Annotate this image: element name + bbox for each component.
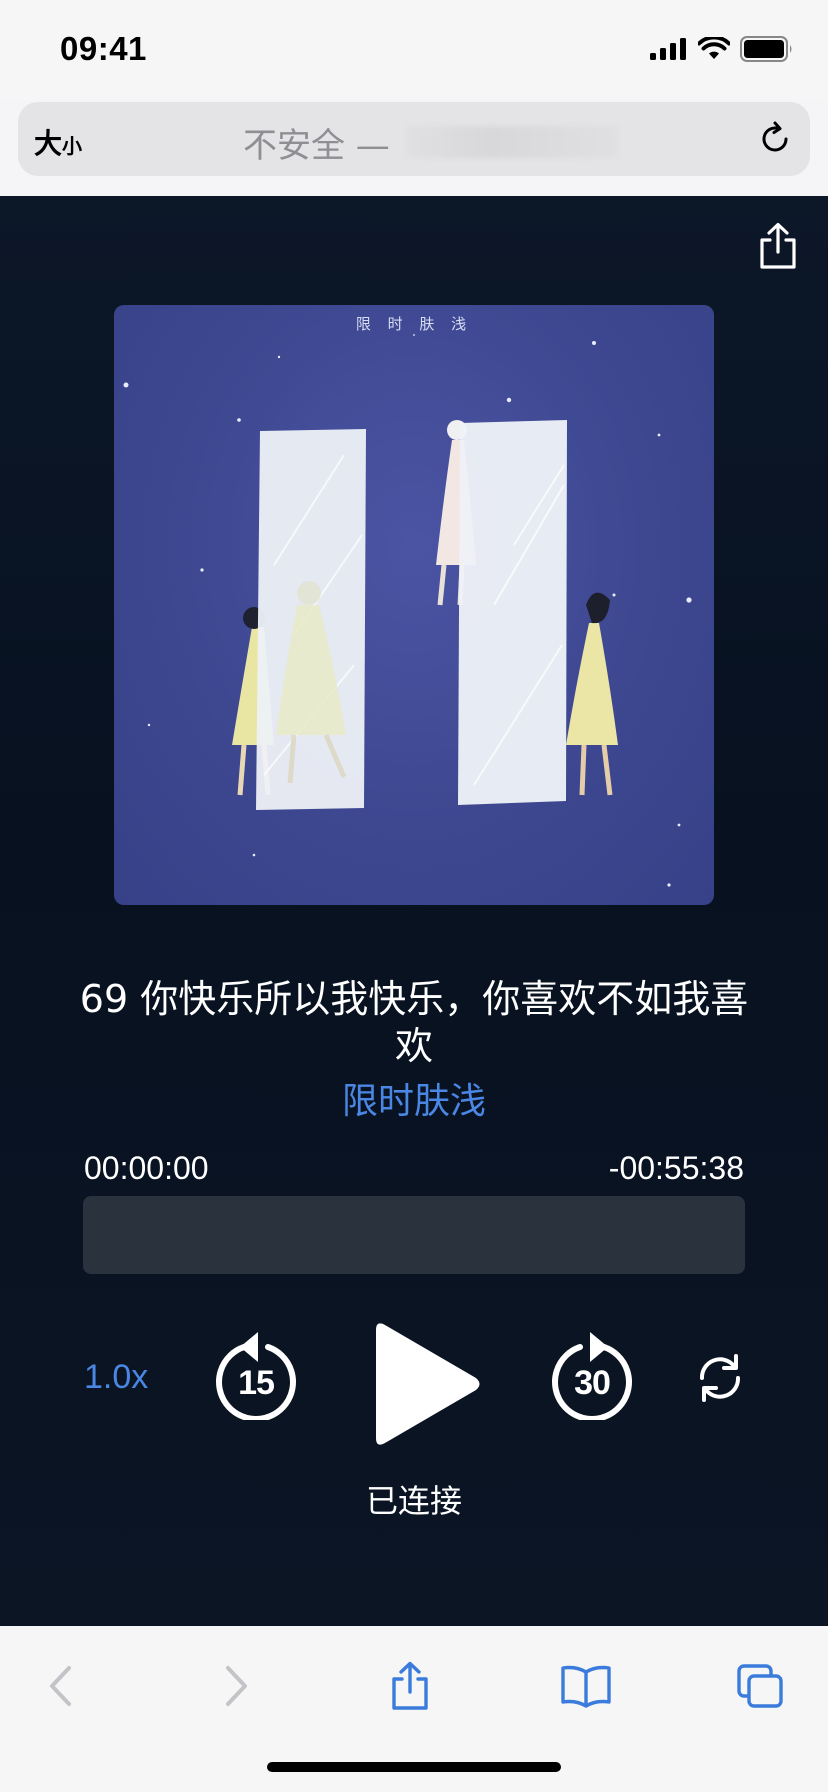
- album-cover: 限 时 肤 浅: [114, 305, 714, 905]
- time-elapsed: 00:00:00: [84, 1150, 209, 1186]
- progress-slider[interactable]: [83, 1196, 745, 1274]
- reload-icon[interactable]: [756, 120, 794, 158]
- forward-button[interactable]: [207, 1656, 267, 1716]
- play-button[interactable]: [366, 1316, 484, 1452]
- skip-back-seconds: 15: [238, 1364, 275, 1402]
- bookmarks-button[interactable]: [556, 1656, 616, 1716]
- connection-status: 已连接: [365, 1482, 462, 1520]
- tabs-icon: [737, 1664, 783, 1708]
- status-time: 09:41: [60, 30, 147, 67]
- battery-icon: [740, 36, 792, 62]
- album-link[interactable]: 限时肤浅: [0, 1072, 828, 1124]
- status-bar: 09:41: [0, 0, 828, 100]
- toolbar-share-button[interactable]: [380, 1656, 440, 1716]
- track-title: 69 你快乐所以我快乐，你喜欢不如我喜欢: [79, 977, 749, 1068]
- cover-title: 限 时 肤 浅: [355, 315, 473, 333]
- cover-artwork: [123, 334, 692, 887]
- bookmarks-icon: [561, 1665, 611, 1708]
- address-bar[interactable]: 大小 不安全 —: [18, 102, 810, 176]
- play-icon: [376, 1323, 480, 1445]
- skip-back-button[interactable]: 15: [214, 1330, 298, 1422]
- back-button[interactable]: [30, 1656, 90, 1716]
- home-indicator: [267, 1762, 561, 1772]
- text-size-small-label: 小: [62, 134, 83, 158]
- url-redacted: [406, 126, 618, 158]
- share-icon: [392, 1661, 428, 1710]
- share-icon[interactable]: [756, 222, 800, 270]
- time-remaining: -00:55:38: [608, 1150, 744, 1186]
- status-icons: [650, 36, 794, 62]
- url-prefix: 不安全 —: [243, 126, 390, 166]
- audio-player: 限 时 肤 浅 69 你快乐所以我快乐，你喜欢不如我喜欢 限时肤浅 00:00:…: [0, 196, 828, 1626]
- cellular-signal-icon: [650, 38, 686, 60]
- skip-forward-button[interactable]: 30: [550, 1330, 634, 1422]
- tabs-button[interactable]: [730, 1656, 790, 1716]
- wifi-icon: [698, 37, 730, 59]
- loop-icon: [699, 1354, 741, 1402]
- playback-speed-button[interactable]: 1.0x: [84, 1358, 148, 1397]
- loop-button[interactable]: [694, 1352, 746, 1404]
- skip-forward-seconds: 30: [574, 1364, 611, 1402]
- back-icon: [50, 1666, 71, 1706]
- text-size-button[interactable]: 大小: [34, 122, 82, 162]
- text-size-big-label: 大: [34, 127, 63, 160]
- forward-icon: [226, 1666, 247, 1706]
